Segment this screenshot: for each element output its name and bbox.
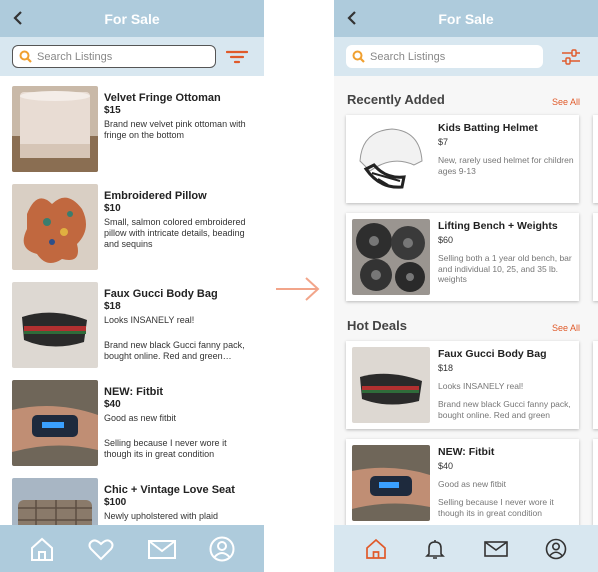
list-item[interactable]: Chic + Vintage Love Seat $100 Newly upho…	[12, 478, 260, 525]
see-all-link[interactable]: See All	[552, 97, 580, 107]
profile-icon[interactable]	[208, 535, 236, 563]
weights-photo	[352, 219, 430, 295]
ottoman-photo	[12, 86, 98, 172]
listing-list[interactable]: Velvet Fringe Ottoman $15 Brand new velv…	[0, 76, 264, 525]
card-description-more: Selling because I never wore it though i…	[438, 497, 554, 518]
list-item[interactable]: Faux Gucci Body Bag $18 Looks INSANELY r…	[12, 282, 260, 370]
mail-icon[interactable]	[147, 535, 177, 563]
item-price: $40	[104, 399, 121, 410]
card-title: Kids Batting Helmet	[438, 122, 538, 134]
item-description: Looks INSANELY real!	[104, 315, 195, 325]
list-item[interactable]: NEW: Fitbit $40 Good as new fitbit Selli…	[12, 380, 260, 468]
bottom-nav	[334, 525, 598, 572]
item-description-more: Selling because I never wore it though i…	[104, 438, 227, 459]
card-title: NEW: Fitbit	[438, 446, 495, 458]
card-description: Good as new fitbit	[438, 479, 507, 489]
home-icon[interactable]	[364, 537, 388, 561]
item-price: $18	[104, 301, 121, 312]
listing-card[interactable]: NEW: Fitbit $40 Good as new fitbit Selli…	[346, 439, 579, 525]
card-title: Lifting Bench + Weights	[438, 220, 558, 232]
content-scroll[interactable]: Recently Added See All Kids Batting Helm…	[334, 76, 598, 525]
card-description: New, rarely used helmet for children age…	[438, 155, 574, 176]
bell-icon[interactable]	[423, 537, 447, 561]
next-card-peek[interactable]	[593, 439, 598, 525]
card-title: Faux Gucci Body Bag	[438, 348, 547, 360]
back-arrow-icon[interactable]	[10, 10, 26, 26]
card-price: $7	[438, 137, 449, 147]
search-icon	[352, 50, 365, 63]
item-title: Faux Gucci Body Bag	[104, 288, 218, 300]
page-title: For Sale	[438, 10, 494, 27]
screen-before: For Sale Search Listings Velvet Fringe O…	[0, 0, 264, 572]
see-all-link[interactable]: See All	[552, 323, 580, 333]
item-title: NEW: Fitbit	[104, 386, 164, 398]
item-description: Newly upholstered with plaid	[104, 511, 219, 521]
item-title: Velvet Fringe Ottoman	[104, 92, 221, 104]
card-price: $40	[438, 461, 454, 471]
listing-card[interactable]: Faux Gucci Body Bag $18 Looks INSANELY r…	[346, 341, 579, 429]
gucci-bag-photo	[352, 347, 430, 423]
card-description-more: Brand new black Gucci fanny pack, bought…	[438, 399, 571, 420]
love-seat-photo	[12, 478, 98, 525]
header-bar: For Sale	[0, 0, 264, 37]
home-icon[interactable]	[28, 535, 56, 563]
item-price: $100	[104, 497, 127, 508]
transition-arrow-icon	[276, 277, 320, 301]
item-description-more: Brand new black Gucci fanny pack, bought…	[104, 340, 245, 361]
search-row: Search Listings	[0, 37, 264, 76]
mail-icon[interactable]	[483, 537, 509, 561]
back-arrow-icon[interactable]	[344, 10, 360, 26]
list-item[interactable]: Velvet Fringe Ottoman $15 Brand new velv…	[12, 86, 260, 174]
item-description: Good as new fitbit	[104, 413, 177, 423]
screen-after: For Sale Search Listings Recently Added …	[334, 0, 598, 572]
item-description: Small, salmon colored embroidered pillow…	[104, 217, 246, 249]
section-heading-hot-deals: Hot Deals	[347, 318, 407, 333]
search-row: Search Listings	[334, 37, 598, 76]
card-price: $18	[438, 363, 454, 373]
sliders-filter-icon[interactable]	[560, 48, 582, 66]
item-price: $10	[104, 203, 121, 214]
listing-card[interactable]: Lifting Bench + Weights $60 Selling both…	[346, 213, 579, 301]
card-description: Selling both a 1 year old bench, bar and…	[438, 253, 572, 284]
search-input[interactable]: Search Listings	[12, 45, 216, 68]
header-bar: For Sale	[334, 0, 598, 37]
item-title: Embroidered Pillow	[104, 190, 207, 202]
bottom-nav	[0, 525, 264, 572]
filter-icon[interactable]	[226, 48, 248, 66]
profile-icon[interactable]	[544, 537, 568, 561]
next-card-peek[interactable]	[593, 213, 598, 301]
section-heading-recently-added: Recently Added	[347, 92, 445, 107]
next-card-peek[interactable]	[593, 115, 598, 203]
card-price: $60	[438, 235, 454, 245]
list-item[interactable]: Embroidered Pillow $10 Small, salmon col…	[12, 184, 260, 272]
item-price: $15	[104, 105, 121, 116]
pillow-photo	[12, 184, 98, 270]
gucci-bag-photo	[12, 282, 98, 368]
helmet-photo	[352, 121, 430, 197]
page-title: For Sale	[104, 10, 160, 27]
fitbit-photo	[12, 380, 98, 466]
fitbit-photo	[352, 445, 430, 521]
search-placeholder: Search Listings	[37, 50, 113, 63]
search-icon	[19, 50, 32, 63]
search-placeholder: Search Listings	[370, 50, 446, 63]
item-description: Brand new velvet pink ottoman with fring…	[104, 119, 246, 140]
search-input[interactable]: Search Listings	[346, 45, 543, 68]
item-title: Chic + Vintage Love Seat	[104, 484, 235, 496]
listing-card[interactable]: Kids Batting Helmet $7 New, rarely used …	[346, 115, 579, 203]
next-card-peek[interactable]	[593, 341, 598, 429]
heart-icon[interactable]	[87, 535, 115, 563]
card-description: Looks INSANELY real!	[438, 381, 524, 391]
